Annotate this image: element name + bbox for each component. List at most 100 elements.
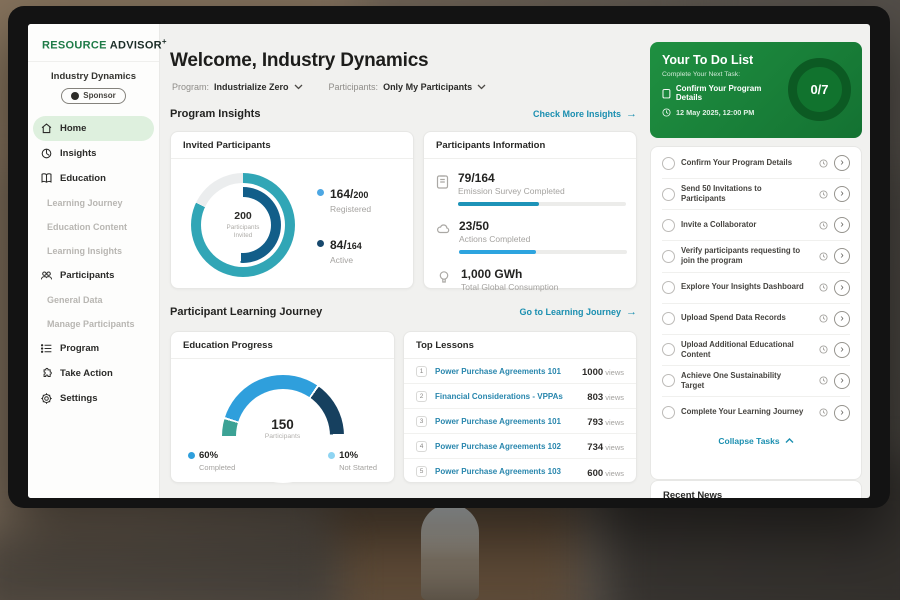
invited-donut-chart: 200 Participants Invited (191, 173, 295, 277)
task-label: Invite a Collaborator (681, 220, 756, 230)
task-open-button[interactable]: › (834, 248, 850, 264)
invited-legend: 164/200 Registered 84/164 Active (317, 185, 371, 265)
todo-item[interactable]: Complete Your Learning Journey › (662, 397, 850, 428)
collapse-tasks-link[interactable]: Collapse Tasks (662, 436, 850, 446)
task-checkbox[interactable] (662, 343, 675, 356)
lesson-rank-badge: 5 (416, 466, 427, 477)
sidebar-item-learning-insights[interactable]: Learning Insights (28, 239, 159, 263)
task-checkbox[interactable] (662, 374, 675, 387)
sidebar-item-label: Program (60, 343, 99, 354)
lesson-row: 5 Power Purchase Agreements 103 600 view… (404, 459, 636, 484)
views-suffix: views (603, 418, 624, 427)
todo-item[interactable]: Achieve One Sustainability Target › (662, 366, 850, 397)
task-open-button[interactable]: › (834, 373, 850, 389)
task-checkbox[interactable] (662, 157, 675, 170)
actions-completed-label: Actions Completed (459, 234, 627, 244)
lesson-views: 1000 (582, 367, 603, 378)
sidebar-item-education[interactable]: Education (28, 166, 159, 191)
todo-item[interactable]: Verify participants requesting to join t… (662, 241, 850, 272)
education-card-title: Education Progress (171, 332, 394, 359)
lesson-rank-badge: 1 (416, 366, 427, 377)
task-checkbox[interactable] (662, 188, 675, 201)
invited-donut-center: 200 Participants Invited (215, 197, 271, 253)
task-label: Complete Your Learning Journey (681, 407, 803, 417)
task-open-button[interactable]: › (834, 342, 850, 358)
task-open-button[interactable]: › (834, 155, 850, 171)
task-open-button[interactable]: › (834, 217, 850, 233)
org-name: Industry Dynamics (28, 71, 159, 82)
emission-survey-row: 79/164 Emission Survey Completed (436, 171, 624, 206)
lesson-row: 2 Financial Considerations - VPPAs 803 v… (404, 384, 636, 409)
lesson-link[interactable]: Financial Considerations - VPPAs (435, 392, 563, 401)
sidebar-item-take-action[interactable]: Take Action (28, 361, 159, 386)
todo-item[interactable]: Upload Spend Data Records › (662, 304, 850, 335)
task-clock-icon (819, 345, 828, 354)
program-filter[interactable]: Program: Industrialize Zero (172, 82, 303, 92)
todo-item[interactable]: Explore Your Insights Dashboard › (662, 273, 850, 304)
task-checkbox[interactable] (662, 281, 675, 294)
todo-item[interactable]: Invite a Collaborator › (662, 210, 850, 241)
link-label: Go to Learning Journey (519, 307, 621, 317)
task-clock-icon (819, 221, 828, 230)
sidebar-item-home[interactable]: Home (33, 116, 154, 141)
task-label: Achieve One Sustainability Target (681, 371, 805, 391)
lesson-views: 600 (587, 468, 603, 479)
todo-list-card: Confirm Your Program Details › Send 50 I… (650, 146, 862, 480)
task-open-button[interactable]: › (834, 280, 850, 296)
logo-advisor: ADVISOR (110, 40, 162, 52)
check-more-insights-link[interactable]: Check More Insights → (533, 109, 637, 120)
todo-item[interactable]: Upload Additional Educational Content › (662, 335, 850, 366)
todo-item[interactable]: Send 50 Invitations to Participants › (662, 179, 850, 210)
recent-news-card: Recent News (650, 480, 862, 498)
lesson-link[interactable]: Power Purchase Agreements 101 (435, 367, 561, 376)
lesson-link[interactable]: Power Purchase Agreements 103 (435, 467, 561, 476)
todo-item[interactable]: Confirm Your Program Details › (662, 148, 850, 179)
invited-total-label: Participants Invited (221, 224, 265, 240)
main-content: Welcome, Industry Dynamics Program: Indu… (170, 24, 637, 498)
emission-survey-value: 79/164 (458, 171, 626, 185)
sidebar-item-manage-participants[interactable]: Manage Participants (28, 312, 159, 336)
task-open-button[interactable]: › (834, 186, 850, 202)
task-checkbox[interactable] (662, 406, 675, 419)
desk-background: RESOURCE ADVISOR+ Industry Dynamics Spon… (0, 0, 900, 600)
lesson-link[interactable]: Power Purchase Agreements 102 (435, 442, 561, 451)
sidebar-item-label: Insights (60, 148, 96, 159)
sidebar-item-insights[interactable]: Insights (28, 141, 159, 166)
sidebar-item-program[interactable]: Program (28, 336, 159, 361)
logo-resource: RESOURCE (42, 40, 107, 52)
task-open-button[interactable]: › (834, 405, 850, 421)
task-clock-icon (819, 190, 828, 199)
invited-card-title: Invited Participants (171, 132, 413, 159)
puzzle-icon (40, 367, 53, 380)
sidebar-item-participants[interactable]: Participants (28, 263, 159, 288)
lesson-link[interactable]: Power Purchase Agreements 101 (435, 417, 561, 426)
program-insights-heading: Program Insights (170, 108, 260, 120)
registered-total: 200 (353, 190, 368, 200)
task-checkbox[interactable] (662, 219, 675, 232)
sidebar-item-education-content[interactable]: Education Content (28, 215, 159, 239)
program-filter-label: Program: (172, 82, 209, 92)
lightbulb-icon (438, 270, 450, 285)
active-label: Active (330, 255, 362, 265)
sidebar-item-label: Settings (60, 393, 97, 404)
logo-plus: + (162, 37, 167, 46)
actions-completed-value: 23/50 (459, 219, 627, 233)
sidebar-item-general-data[interactable]: General Data (28, 288, 159, 312)
task-checkbox[interactable] (662, 250, 675, 263)
lesson-rank-badge: 3 (416, 416, 427, 427)
learning-journey-header: Participant Learning Journey Go to Learn… (170, 306, 637, 318)
task-label: Confirm Your Program Details (681, 158, 792, 168)
lesson-views: 734 (587, 442, 603, 453)
consumption-row: 1,000 GWh Total Global Consumption (436, 267, 624, 292)
task-open-button[interactable]: › (834, 311, 850, 327)
task-clock-icon (819, 283, 828, 292)
clock-icon (662, 108, 671, 117)
filter-bar: Program: Industrialize Zero Participants… (172, 82, 486, 92)
participants-filter[interactable]: Participants: Only My Participants (329, 82, 487, 92)
education-gauge-chart: 150 Participants (222, 375, 344, 436)
task-checkbox[interactable] (662, 312, 675, 325)
go-to-learning-journey-link[interactable]: Go to Learning Journey → (519, 307, 637, 318)
invited-legend-dot (317, 240, 324, 247)
sidebar-item-settings[interactable]: Settings (28, 386, 159, 411)
sidebar-item-learning-journey[interactable]: Learning Journey (28, 191, 159, 215)
